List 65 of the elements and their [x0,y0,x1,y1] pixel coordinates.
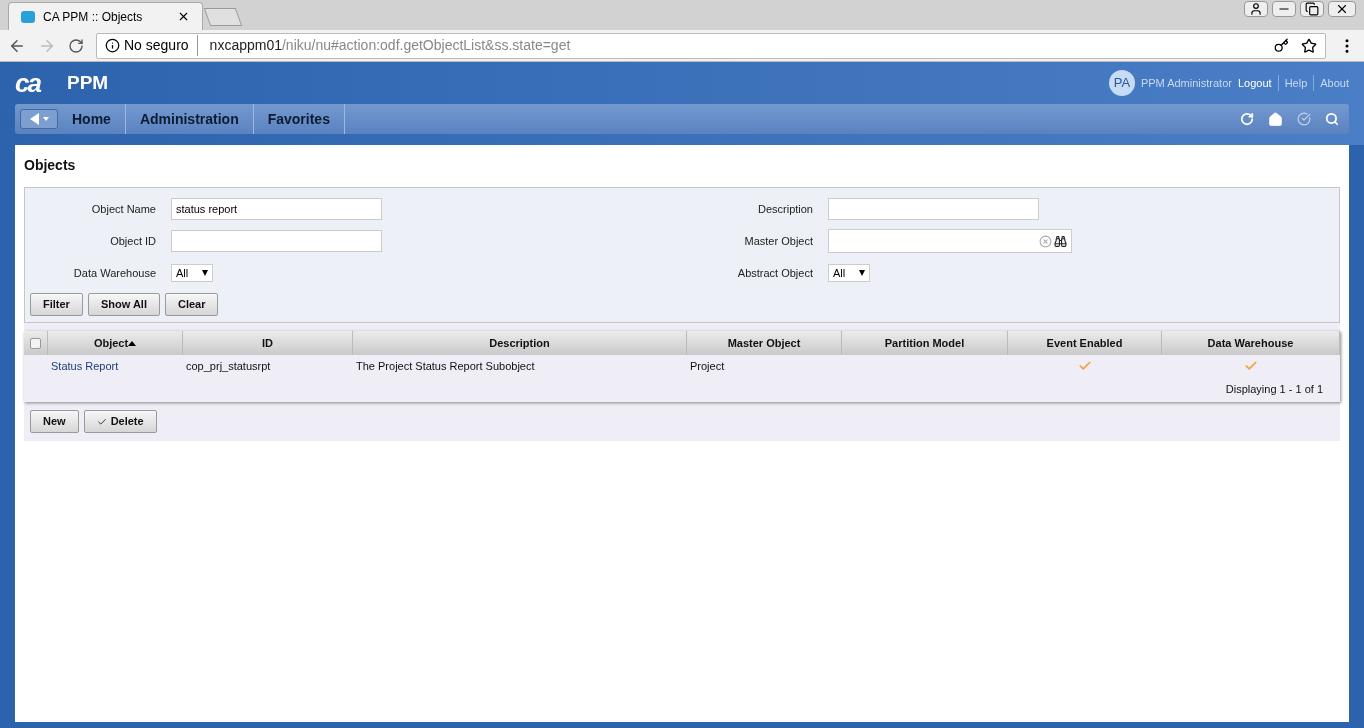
new-tab-button[interactable] [203,8,243,26]
star-icon[interactable] [1301,37,1317,54]
column-header[interactable]: Partition Model [884,334,965,352]
nav-item[interactable]: Administration [125,104,254,134]
security-label: No seguro [124,35,198,56]
column-header[interactable]: Description [489,334,550,352]
column-header[interactable]: Master Object [727,334,801,352]
key-icon[interactable] [1274,38,1289,53]
address-bar[interactable]: No seguro nxcappm01/niku/nu#action:odf.getObjectList&ss.state=get [96,32,1326,59]
text-field[interactable]: status report [171,198,382,220]
search-icon[interactable] [1325,111,1339,126]
browser-tab[interactable]: CA PPM :: Objects [8,2,203,30]
ca-logo: ca [15,66,42,100]
info-icon [105,38,120,53]
select-all-checkbox[interactable] [30,337,41,349]
select-field[interactable]: All [828,264,870,282]
close-icon[interactable] [1328,1,1356,17]
action-button[interactable]: Clear [164,293,219,316]
column-header[interactable]: Data Warehouse [1207,334,1294,352]
user-name: PPM Administrator [1140,75,1232,91]
nav-item[interactable]: Home [58,104,126,134]
field-label: Description [756,201,814,217]
back-nav-button[interactable] [20,109,58,129]
binoculars-icon[interactable] [1054,234,1067,248]
url-text: nxcappm01/niku/nu#action:odf.getObjectList&ss.state=get [208,36,571,55]
page-title: Objects [24,156,77,175]
table-cell: Project [690,359,725,372]
field-label: Master Object [743,233,814,249]
action-button[interactable]: Delete [83,410,157,433]
check-circle-icon[interactable] [1297,111,1311,126]
lookup-field[interactable] [828,229,1072,253]
action-button[interactable]: Show All [87,293,160,316]
tab-title: CA PPM :: Objects [43,8,144,26]
field-label: Data Warehouse [72,265,157,281]
text-field[interactable] [828,198,1039,220]
nav-item[interactable]: Favorites [253,104,345,134]
field-label: Object Name [90,201,157,217]
action-button[interactable]: Filter [30,293,83,316]
close-icon[interactable] [177,10,190,23]
home-icon[interactable] [1268,111,1283,127]
object-link[interactable]: Status Report [51,359,119,372]
field-label: Abstract Object [736,265,814,281]
sort-ascending-icon [128,340,137,346]
column-header[interactable]: Event Enabled [1046,334,1123,352]
column-header[interactable]: ID [262,334,273,352]
field-label: Object ID [109,233,157,249]
table-cell: cop_prj_statusrpt [186,359,271,372]
restore-icon[interactable] [1300,1,1324,17]
pagination-info: Displaying 1 - 1 of 1 [1225,382,1323,398]
header-link[interactable]: Logout [1237,74,1272,92]
select-field[interactable]: All [171,264,213,282]
app-title: PPM [67,70,109,95]
dropdown-icon [202,270,208,276]
table-cell: The Project Status Report Subobject [356,359,535,372]
reload-icon[interactable] [68,37,84,54]
check-icon [96,416,107,427]
minimize-icon[interactable] [1272,1,1296,17]
favicon-icon [21,10,35,23]
refresh-icon[interactable] [1240,111,1254,126]
profile-icon[interactable] [1244,1,1268,17]
avatar-initials[interactable]: PA [1108,70,1135,96]
column-header[interactable]: Object [93,334,137,352]
dropdown-icon [859,270,865,276]
text-field[interactable] [171,230,382,252]
action-button[interactable]: New [30,410,79,433]
